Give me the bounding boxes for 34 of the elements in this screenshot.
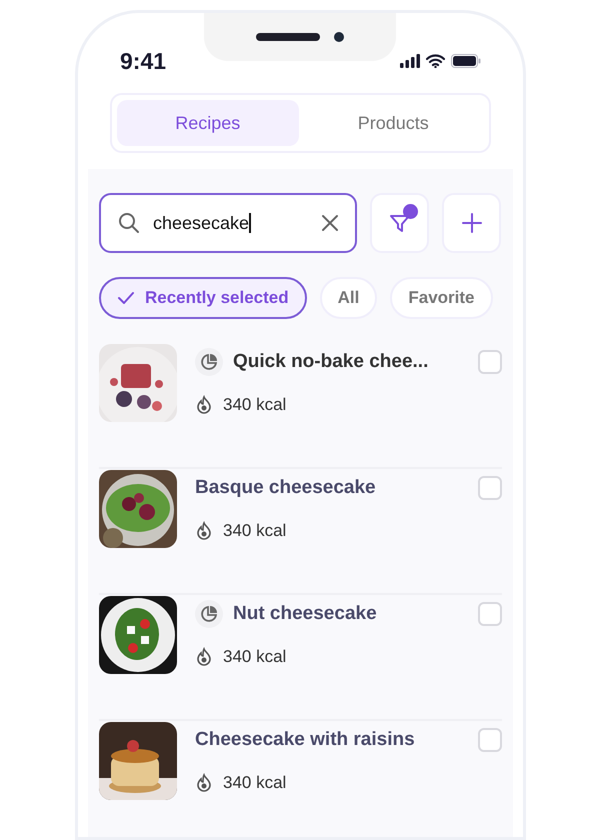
battery-icon bbox=[451, 54, 481, 68]
flame-icon bbox=[195, 394, 213, 415]
calorie-text: 340 kcal bbox=[223, 520, 286, 542]
checkbox[interactable] bbox=[478, 602, 502, 626]
checkbox[interactable] bbox=[478, 728, 502, 752]
signal-icon bbox=[400, 54, 420, 68]
wifi-icon bbox=[426, 54, 445, 68]
check-icon bbox=[117, 291, 135, 305]
filter-chip[interactable]: Recently selected bbox=[99, 277, 307, 319]
recipe-title[interactable]: Nut cheesecake bbox=[233, 600, 468, 628]
filter-icon bbox=[388, 212, 410, 234]
search-field[interactable]: cheesecake bbox=[99, 193, 357, 253]
recipe-title[interactable]: Quick no-bake chee... bbox=[233, 348, 468, 376]
flame-icon bbox=[195, 520, 213, 541]
checkbox[interactable] bbox=[478, 350, 502, 374]
status-time: 9:41 bbox=[120, 46, 166, 76]
tab[interactable]: Recipes bbox=[117, 100, 298, 146]
filter-chip[interactable]: Favorite bbox=[390, 277, 493, 319]
add-button[interactable] bbox=[442, 193, 501, 253]
search-text: cheesecake bbox=[153, 212, 250, 234]
recipe-title[interactable]: Basque cheesecake bbox=[195, 474, 468, 502]
calorie-text: 340 kcal bbox=[223, 394, 286, 416]
clear-icon[interactable] bbox=[321, 214, 339, 232]
text-cursor bbox=[249, 213, 251, 233]
flame-icon bbox=[195, 772, 213, 793]
checkbox[interactable] bbox=[478, 476, 502, 500]
filter-chip[interactable]: All bbox=[320, 277, 378, 319]
flame-icon bbox=[195, 646, 213, 667]
calorie-text: 340 kcal bbox=[223, 646, 286, 668]
plus-icon bbox=[462, 213, 482, 233]
calorie-text: 340 kcal bbox=[223, 772, 286, 794]
filter-button[interactable] bbox=[370, 193, 429, 253]
search-icon bbox=[117, 211, 141, 235]
recipe-title[interactable]: Cheesecake with raisins bbox=[195, 726, 468, 754]
